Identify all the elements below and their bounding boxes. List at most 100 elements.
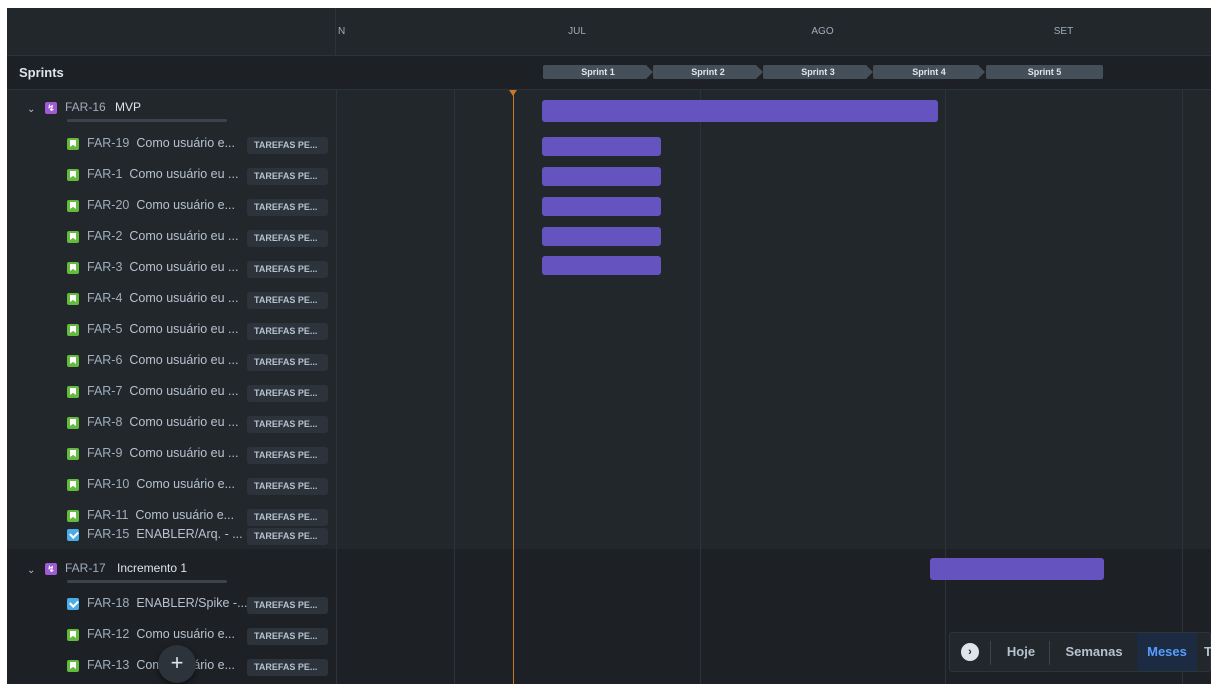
timeline-header: N JUL AGO SET: [7, 8, 1211, 56]
status-lozenge[interactable]: TAREFAS PE...: [247, 323, 328, 340]
issue-key: FAR-20: [87, 198, 130, 212]
status-lozenge[interactable]: TAREFAS PE...: [247, 230, 328, 247]
epic-row[interactable]: ⌄ ↯ FAR-16 MVP: [7, 96, 336, 127]
list-item[interactable]: FAR-6 Como usuário eu ... TAREFAS PE...: [7, 347, 336, 378]
issue-summary: FAR-8 Como usuário eu ...: [87, 415, 249, 429]
list-item[interactable]: FAR-9 Como usuário eu ... TAREFAS PE...: [7, 440, 336, 471]
story-bookmark-icon: [67, 138, 79, 150]
epic-row[interactable]: ⌄ ↯ FAR-17 Incremento 1: [7, 557, 336, 588]
story-bookmark-icon: [67, 448, 79, 460]
zoom-cut-button[interactable]: T: [1202, 633, 1211, 671]
issue-timeline-bar[interactable]: [542, 256, 661, 275]
story-bookmark-icon: [67, 660, 79, 672]
issue-timeline-bar[interactable]: [542, 227, 661, 246]
issue-key: FAR-18: [87, 596, 130, 610]
month-divider: [1182, 8, 1183, 684]
sprint-chip[interactable]: Sprint 5: [986, 65, 1103, 79]
status-lozenge[interactable]: TAREFAS PE...: [247, 199, 328, 216]
issue-summary: FAR-3 Como usuário eu ...: [87, 260, 249, 274]
issue-title: Como usuário eu ...: [129, 167, 239, 181]
issue-key: FAR-3: [87, 260, 123, 274]
zoom-weeks-button[interactable]: Semanas: [1054, 633, 1134, 671]
list-item[interactable]: FAR-2 Como usuário eu ... TAREFAS PE...: [7, 223, 336, 254]
status-lozenge[interactable]: TAREFAS PE...: [247, 416, 328, 433]
issue-key: FAR-15: [87, 527, 130, 541]
issue-title: Como usuário eu ...: [129, 353, 239, 367]
status-lozenge[interactable]: TAREFAS PE...: [247, 261, 328, 278]
list-item[interactable]: FAR-15 ENABLER/Arq. - ... TAREFAS PE...: [7, 521, 336, 552]
issue-timeline-bar[interactable]: [542, 137, 661, 156]
status-lozenge[interactable]: TAREFAS PE...: [247, 659, 328, 676]
list-item[interactable]: FAR-10 Como usuário e... TAREFAS PE...: [7, 471, 336, 502]
issue-summary: FAR-15 ENABLER/Arq. - ...: [87, 527, 249, 541]
issue-summary: FAR-20 Como usuário e...: [87, 198, 249, 212]
zoom-today-button[interactable]: Hoje: [996, 633, 1046, 671]
status-lozenge[interactable]: TAREFAS PE...: [247, 168, 328, 185]
story-bookmark-icon: [67, 169, 79, 181]
issue-summary: FAR-10 Como usuário e...: [87, 477, 249, 491]
month-label-ago: AGO: [811, 26, 834, 37]
sprint-chip[interactable]: Sprint 4: [873, 65, 985, 79]
epic-timeline-bar[interactable]: [930, 558, 1104, 580]
chevron-down-icon[interactable]: ⌄: [27, 105, 37, 115]
month-divider: [454, 8, 455, 684]
story-bookmark-icon: [67, 479, 79, 491]
chevron-down-icon[interactable]: ⌄: [27, 566, 37, 576]
today-marker: [509, 90, 517, 96]
list-item[interactable]: FAR-5 Como usuário eu ... TAREFAS PE...: [7, 316, 336, 347]
status-lozenge[interactable]: TAREFAS PE...: [247, 478, 328, 495]
sprint-chip[interactable]: Sprint 1: [543, 65, 653, 79]
status-lozenge[interactable]: TAREFAS PE...: [247, 597, 328, 614]
month-label-set: SET: [1053, 26, 1074, 37]
story-bookmark-icon: [67, 355, 79, 367]
list-item[interactable]: FAR-7 Como usuário eu ... TAREFAS PE...: [7, 378, 336, 409]
epic-title: Incremento 1: [117, 561, 188, 575]
issue-timeline-bar[interactable]: [542, 167, 661, 186]
status-lozenge[interactable]: TAREFAS PE...: [247, 137, 328, 154]
status-lozenge[interactable]: TAREFAS PE...: [247, 528, 328, 545]
story-bookmark-icon: [67, 293, 79, 305]
story-bookmark-icon: [67, 417, 79, 429]
issue-summary: FAR-9 Como usuário eu ...: [87, 446, 249, 460]
issue-key: FAR-13: [87, 658, 130, 672]
month-divider: [945, 8, 946, 684]
story-bookmark-icon: [67, 324, 79, 336]
list-item[interactable]: FAR-20 Como usuário e... TAREFAS PE...: [7, 192, 336, 223]
status-lozenge[interactable]: TAREFAS PE...: [247, 292, 328, 309]
list-item[interactable]: FAR-1 Como usuário eu ... TAREFAS PE...: [7, 161, 336, 192]
list-item[interactable]: FAR-4 Como usuário eu ... TAREFAS PE...: [7, 285, 336, 316]
issue-title: Como usuário eu ...: [129, 415, 239, 429]
epic-title: MVP: [115, 100, 142, 114]
status-lozenge[interactable]: TAREFAS PE...: [247, 628, 328, 645]
sprints-row: Sprints Sprint 1 Sprint 2 Sprint 3 Sprin…: [7, 56, 1211, 90]
zoom-divider: [1049, 641, 1050, 665]
list-item[interactable]: FAR-8 Como usuário eu ... TAREFAS PE...: [7, 409, 336, 440]
issue-title: Como usuário eu ...: [129, 384, 239, 398]
sprint-chip[interactable]: Sprint 2: [653, 65, 763, 79]
status-lozenge[interactable]: TAREFAS PE...: [247, 354, 328, 371]
status-lozenge[interactable]: TAREFAS PE...: [247, 385, 328, 402]
issue-key: FAR-5: [87, 322, 123, 336]
sprint-chip[interactable]: Sprint 3: [763, 65, 873, 79]
issue-key: FAR-9: [87, 446, 123, 460]
issue-title: Como usuário eu ...: [129, 446, 239, 460]
epic-progress-bar: [67, 119, 227, 122]
task-checkbox-icon: [67, 598, 79, 610]
chevron-right-icon[interactable]: ›: [961, 643, 979, 661]
issue-key: FAR-2: [87, 229, 123, 243]
list-item[interactable]: FAR-18 ENABLER/Spike -... TAREFAS PE...: [7, 590, 336, 621]
status-lozenge[interactable]: TAREFAS PE...: [247, 447, 328, 464]
issue-summary: FAR-11 Como usuário e...: [87, 508, 249, 522]
list-item[interactable]: FAR-19 Como usuário e... TAREFAS PE...: [7, 130, 336, 161]
issue-title: Como usuário e...: [136, 477, 236, 491]
issue-title: Como usuário e...: [136, 198, 236, 212]
list-item[interactable]: FAR-3 Como usuário eu ... TAREFAS PE...: [7, 254, 336, 285]
add-item-button[interactable]: +: [158, 645, 196, 683]
today-line: [513, 90, 514, 684]
epic-timeline-bar[interactable]: [542, 100, 938, 122]
issue-title: Como usuário eu ...: [129, 322, 239, 336]
issue-title: Como usuário eu ...: [129, 229, 239, 243]
zoom-months-button[interactable]: Meses: [1137, 633, 1197, 671]
issue-timeline-bar[interactable]: [542, 197, 661, 216]
issue-summary: FAR-4 Como usuário eu ...: [87, 291, 249, 305]
